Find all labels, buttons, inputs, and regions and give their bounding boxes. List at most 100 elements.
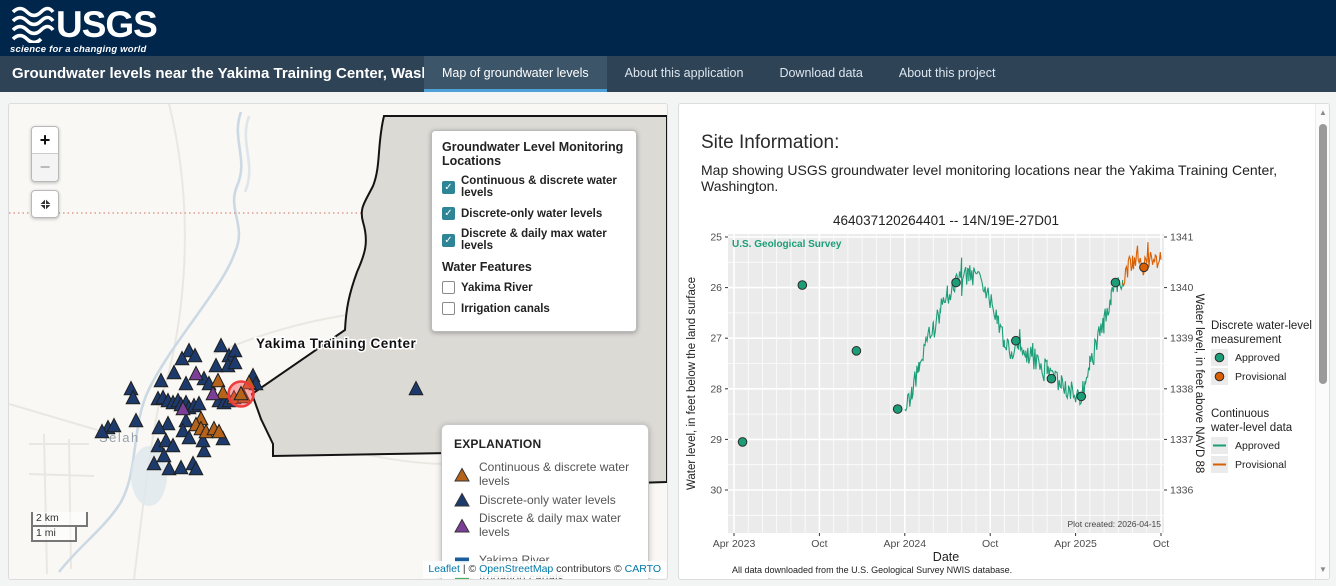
scale-km: 2 km xyxy=(31,512,88,527)
site-info-heading: Site Information: xyxy=(701,132,839,154)
svg-text:1340: 1340 xyxy=(1170,282,1194,294)
svg-text:Provisional: Provisional xyxy=(1235,459,1286,471)
checkbox-label: Irrigation canals xyxy=(461,303,550,315)
svg-text:Oct: Oct xyxy=(982,538,998,550)
zoom-control: + − xyxy=(31,126,59,182)
svg-text:water-level data: water-level data xyxy=(1210,422,1293,434)
layer-checkbox[interactable]: ✓ Discrete & daily max water levels xyxy=(442,228,626,252)
triangle-marker-icon xyxy=(454,467,470,482)
svg-text:Approved: Approved xyxy=(1235,352,1280,364)
water-items: Yakima River Irrigation canals xyxy=(442,281,626,315)
svg-text:Provisional: Provisional xyxy=(1235,371,1286,383)
svg-text:Apr 2025: Apr 2025 xyxy=(1054,538,1097,550)
scale-mi: 1 mi xyxy=(31,527,77,542)
svg-text:27: 27 xyxy=(710,333,722,345)
layer-checkbox[interactable]: ✓ Continuous & discrete water levels xyxy=(442,175,626,199)
zoom-in-button[interactable]: + xyxy=(32,127,58,154)
water-feature-checkbox[interactable]: Yakima River xyxy=(442,281,626,294)
checkbox-label: Discrete-only water levels xyxy=(461,208,602,220)
svg-text:1339: 1339 xyxy=(1170,333,1194,345)
svg-text:Oct: Oct xyxy=(811,538,827,550)
svg-text:U.S. Geological Survey: U.S. Geological Survey xyxy=(732,239,842,250)
svg-text:Apr 2024: Apr 2024 xyxy=(883,538,926,550)
svg-text:Continuous: Continuous xyxy=(1211,408,1269,420)
usgs-logo: USGS science for a changing world xyxy=(10,3,160,55)
svg-text:1338: 1338 xyxy=(1170,383,1194,395)
svg-text:All data downloaded from the U: All data downloaded from the U.S. Geolog… xyxy=(732,565,1012,575)
svg-text:1336: 1336 xyxy=(1170,485,1194,497)
explanation-legend: EXPLANATION Continuous & discrete water … xyxy=(441,424,649,580)
hydrograph-chart: 25 1341 26 1340 27 1339 28 1338 29 1337 30 1336 Apr … xyxy=(679,209,1329,579)
tab-about-this-project[interactable]: About this project xyxy=(881,56,1014,92)
layer-control: Groundwater Level Monitoring Locations ✓… xyxy=(431,130,637,332)
scroll-up-icon[interactable]: ▲ xyxy=(1316,106,1330,120)
svg-text:29: 29 xyxy=(710,434,722,446)
svg-text:measurement: measurement xyxy=(1211,334,1282,346)
explanation-label: Discrete & daily max water levels xyxy=(479,511,636,539)
map-panel: Yakima Training Center Selah + − 2 km 1 … xyxy=(8,103,668,580)
svg-text:Discrete water-level: Discrete water-level xyxy=(1211,320,1312,332)
zoom-out-button[interactable]: − xyxy=(32,154,58,181)
water-feature-checkbox[interactable]: Irrigation canals xyxy=(442,302,626,315)
hydrograph-svg: 25 1341 26 1340 27 1339 28 1338 29 1337 30 1336 Apr … xyxy=(679,209,1329,579)
fit-bounds-icon xyxy=(38,197,53,212)
checkbox-label: Yakima River xyxy=(461,282,533,294)
explanation-label: Discrete-only water levels xyxy=(479,493,616,507)
explanation-point-rows: Continuous & discrete water levels Discre… xyxy=(454,460,636,539)
checkbox-icon[interactable]: ✓ xyxy=(442,181,455,194)
svg-text:Apr 2023: Apr 2023 xyxy=(713,538,756,550)
explanation-row: Discrete-only water levels xyxy=(454,492,636,507)
osm-link[interactable]: OpenStreetMap xyxy=(479,563,553,575)
carto-link[interactable]: CARTO xyxy=(625,563,661,575)
svg-text:Date: Date xyxy=(933,550,959,564)
triangle-marker-icon xyxy=(454,492,470,507)
map-scale: 2 km 1 mi xyxy=(31,512,88,542)
scroll-down-icon[interactable]: ▼ xyxy=(1316,563,1330,577)
checkbox-icon[interactable] xyxy=(442,281,455,294)
water-features-subtitle: Water Features xyxy=(442,260,626,274)
svg-text:1341: 1341 xyxy=(1170,232,1194,244)
svg-text:Approved: Approved xyxy=(1235,440,1280,452)
page-title: Groundwater levels near the Yakima Train… xyxy=(12,56,476,92)
svg-text:1337: 1337 xyxy=(1170,434,1194,446)
checkbox-icon[interactable]: ✓ xyxy=(442,207,455,220)
layer-checkbox[interactable]: ✓ Discrete-only water levels xyxy=(442,207,626,220)
checkbox-icon[interactable] xyxy=(442,302,455,315)
svg-text:USGS: USGS xyxy=(56,4,157,43)
svg-text:Water level, in feet below the: Water level, in feet below the land surf… xyxy=(686,277,698,490)
explanation-title: EXPLANATION xyxy=(454,437,636,451)
scrollbar: ▲ ▼ xyxy=(1315,104,1329,579)
svg-text:Plot created: 2026-04-15: Plot created: 2026-04-15 xyxy=(1067,519,1161,529)
usgs-tagline: science for a changing world xyxy=(10,44,160,55)
svg-text:25: 25 xyxy=(710,232,722,244)
svg-text:30: 30 xyxy=(710,485,722,497)
site-info-description: Map showing USGS groundwater level monit… xyxy=(701,162,1301,194)
layer-items: ✓ Continuous & discrete water levels ✓ Disc… xyxy=(442,175,626,252)
svg-text:Oct: Oct xyxy=(1153,538,1169,550)
explanation-row: Continuous & discrete water levels xyxy=(454,460,636,488)
nav-tabs: Map of groundwater levels About this app… xyxy=(424,56,1013,92)
tab-map-of-groundwater-levels[interactable]: Map of groundwater levels xyxy=(424,56,607,92)
usgs-wave-logo-icon: USGS xyxy=(10,3,160,43)
explanation-row: Discrete & daily max water levels xyxy=(454,511,636,539)
layer-control-title: Groundwater Level Monitoring Locations xyxy=(442,140,626,168)
scrollbar-thumb[interactable] xyxy=(1319,124,1327,384)
site-info-panel: Site Information: Map showing USGS groun… xyxy=(678,103,1330,580)
svg-text:Water level, in feet above NAV: Water level, in feet above NAVD 88 xyxy=(1193,294,1205,474)
navbar: Groundwater levels near the Yakima Train… xyxy=(0,56,1336,92)
checkbox-label: Continuous & discrete water levels xyxy=(461,175,626,199)
training-center-label: Yakima Training Center xyxy=(256,336,417,351)
checkbox-icon[interactable]: ✓ xyxy=(442,234,455,247)
tab-download-data[interactable]: Download data xyxy=(761,56,880,92)
svg-text:26: 26 xyxy=(710,282,722,294)
leaflet-link[interactable]: Leaflet xyxy=(428,563,460,575)
svg-text:464037120264401 -- 14N/19E-27D: 464037120264401 -- 14N/19E-27D01 xyxy=(833,213,1059,228)
checkbox-label: Discrete & daily max water levels xyxy=(461,228,626,252)
map-attribution: Leaflet | © OpenStreetMap contributors ©… xyxy=(423,561,666,578)
usgs-header: USGS science for a changing world xyxy=(0,0,1336,56)
tab-about-this-application[interactable]: About this application xyxy=(607,56,762,92)
fit-bounds-button[interactable] xyxy=(31,190,59,218)
svg-text:28: 28 xyxy=(710,383,722,395)
explanation-label: Continuous & discrete water levels xyxy=(479,460,636,488)
triangle-marker-icon xyxy=(454,518,470,533)
